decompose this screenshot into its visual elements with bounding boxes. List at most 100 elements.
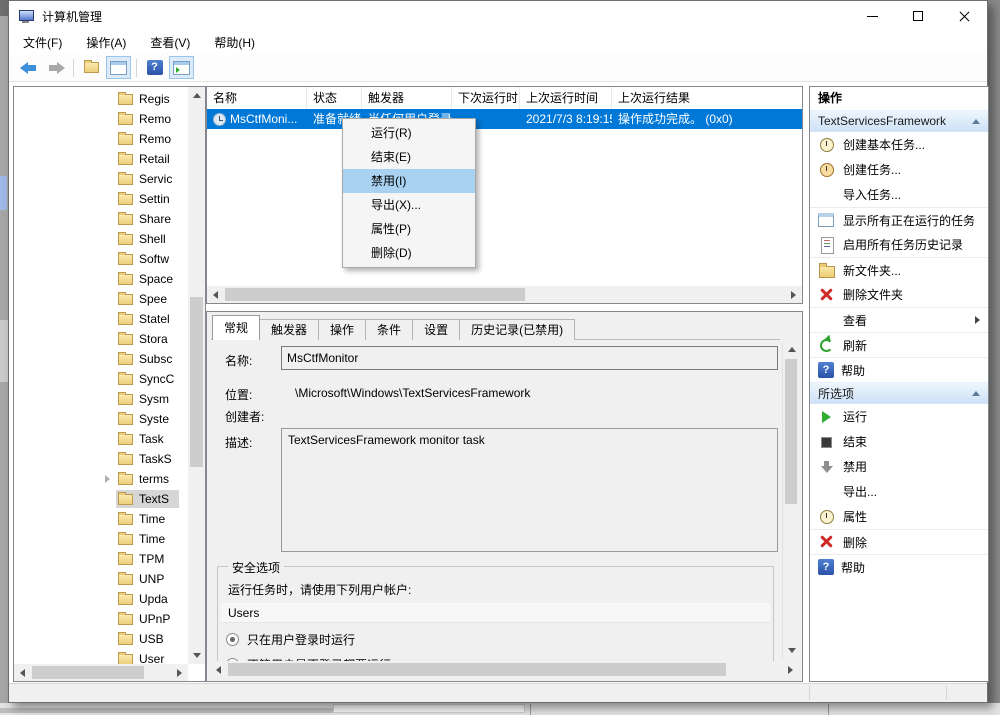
scroll-left-icon[interactable]	[14, 664, 31, 681]
action-item[interactable]: 导出...	[810, 479, 988, 504]
menu-item[interactable]: 帮助(H)	[210, 32, 259, 53]
menu-item[interactable]: 文件(F)	[19, 32, 66, 53]
details-horizontal-scrollbar[interactable]	[210, 661, 799, 678]
tree-item[interactable]: Settin	[14, 189, 188, 209]
tree-item[interactable]: Syste	[14, 409, 188, 429]
tree-item[interactable]: Retail	[14, 149, 188, 169]
scroll-thumb[interactable]	[225, 288, 525, 301]
context-menu-item[interactable]: 禁用(I)	[343, 169, 475, 193]
context-menu-item[interactable]: 导出(X)...	[343, 193, 475, 217]
tree-item[interactable]: Softw	[14, 249, 188, 269]
scroll-right-icon[interactable]	[785, 286, 802, 303]
collapse-chevron-icon[interactable]	[972, 119, 980, 124]
tree-item[interactable]: Statel	[14, 309, 188, 329]
tab[interactable]: 设置	[412, 319, 460, 340]
tab[interactable]: 条件	[365, 319, 413, 340]
scroll-left-icon[interactable]	[210, 661, 227, 678]
tree-item[interactable]: Servic	[14, 169, 188, 189]
tree-item[interactable]: SyncC	[14, 369, 188, 389]
tree-item[interactable]: USB	[14, 629, 188, 649]
tab[interactable]: 操作	[318, 319, 366, 340]
actions-group-selected-item[interactable]: 所选项	[810, 382, 988, 404]
forward-button[interactable]	[43, 56, 68, 79]
actions-group-textservicesframework[interactable]: TextServicesFramework	[810, 110, 988, 132]
tree-item[interactable]: Stora	[14, 329, 188, 349]
task-row[interactable]: MsCtfMoni... 准备就绪 当任何用户登录时 2021/7/3 8:19…	[207, 109, 802, 129]
tree-item[interactable]: TextS	[14, 489, 188, 509]
action-item[interactable]: 禁用	[810, 454, 988, 479]
action-item[interactable]: 创建任务...	[810, 157, 988, 182]
close-button[interactable]	[941, 1, 987, 31]
back-button[interactable]	[16, 56, 41, 79]
collapse-chevron-icon[interactable]	[972, 391, 980, 396]
tree-item[interactable]: Upda	[14, 589, 188, 609]
menu-item[interactable]: 操作(A)	[82, 32, 130, 53]
help-button[interactable]: ?	[142, 56, 167, 79]
tree-item[interactable]: Subsc	[14, 349, 188, 369]
action-item[interactable]: 属性	[810, 504, 988, 529]
scroll-down-icon[interactable]	[783, 642, 800, 659]
scroll-right-icon[interactable]	[171, 664, 188, 681]
scroll-left-icon[interactable]	[207, 286, 224, 303]
tree-horizontal-scrollbar[interactable]	[14, 664, 188, 681]
context-menu-item[interactable]: 属性(P)	[343, 217, 475, 241]
action-item[interactable]: 新文件夹...	[810, 257, 988, 282]
tree-item[interactable]: Remo	[14, 109, 188, 129]
action-item[interactable]: 查看	[810, 307, 988, 332]
task-name-field[interactable]: MsCtfMonitor	[281, 346, 778, 370]
tree-item[interactable]: terms	[14, 469, 188, 489]
column-header[interactable]: 下次运行时间	[452, 87, 520, 109]
tree-item[interactable]: TaskS	[14, 449, 188, 469]
column-header[interactable]: 上次运行结果	[612, 87, 802, 109]
action-item[interactable]: 运行	[810, 404, 988, 429]
tree-item[interactable]: Task	[14, 429, 188, 449]
tree-item[interactable]: TPM	[14, 549, 188, 569]
action-item[interactable]: 刷新	[810, 332, 988, 357]
tree-vertical-scrollbar[interactable]	[188, 87, 205, 664]
menu-item[interactable]: 查看(V)	[146, 32, 194, 53]
context-menu-item[interactable]: 删除(D)	[343, 241, 475, 265]
tab[interactable]: 历史记录(已禁用)	[459, 319, 575, 340]
tree-item[interactable]: Space	[14, 269, 188, 289]
scroll-right-icon[interactable]	[782, 661, 799, 678]
column-header[interactable]: 上次运行时间	[520, 87, 612, 109]
action-item[interactable]: 删除文件夹	[810, 282, 988, 307]
action-item[interactable]: 启用所有任务历史记录	[810, 232, 988, 257]
column-header[interactable]: 状态	[307, 87, 362, 109]
tree-item[interactable]: Remo	[14, 129, 188, 149]
tab[interactable]: 触发器	[259, 319, 319, 340]
column-header[interactable]: 名称	[207, 87, 307, 109]
context-menu-item[interactable]: 结束(E)	[343, 145, 475, 169]
radio-run-always[interactable]: 不管用户是否登录都要运行	[226, 654, 769, 661]
scroll-thumb[interactable]	[190, 297, 203, 467]
tree-item[interactable]: User	[14, 649, 188, 664]
tab[interactable]: 常规	[212, 315, 260, 340]
details-vertical-scrollbar[interactable]	[782, 341, 799, 659]
scroll-up-icon[interactable]	[783, 341, 800, 358]
scroll-thumb[interactable]	[228, 663, 726, 676]
action-item[interactable]: 导入任务...	[810, 182, 988, 207]
show-console-tree-button[interactable]	[106, 56, 131, 79]
tree-item[interactable]: Time	[14, 529, 188, 549]
action-item[interactable]: 删除	[810, 529, 988, 554]
action-item[interactable]: 结束	[810, 429, 988, 454]
task-description-field[interactable]: TextServicesFramework monitor task	[281, 428, 778, 552]
tree-item[interactable]: Time	[14, 509, 188, 529]
radio-run-logged-on[interactable]: 只在用户登录时运行	[226, 629, 769, 649]
action-item[interactable]: ? 帮助	[810, 357, 988, 382]
tree-item[interactable]: UPnP	[14, 609, 188, 629]
export-list-button[interactable]	[79, 56, 104, 79]
tree-item[interactable]: Share	[14, 209, 188, 229]
scroll-down-icon[interactable]	[188, 647, 205, 664]
scroll-up-icon[interactable]	[188, 87, 205, 104]
show-action-pane-button[interactable]	[169, 56, 194, 79]
scroll-thumb[interactable]	[785, 359, 797, 504]
scroll-thumb[interactable]	[32, 666, 144, 679]
action-item[interactable]: ? 帮助	[810, 554, 988, 579]
tree-item[interactable]: Spee	[14, 289, 188, 309]
task-list-horizontal-scrollbar[interactable]	[207, 286, 802, 303]
tree-item[interactable]: UNP	[14, 569, 188, 589]
tree-item[interactable]: Shell	[14, 229, 188, 249]
minimize-button[interactable]	[849, 1, 895, 31]
column-header[interactable]: 触发器	[362, 87, 452, 109]
